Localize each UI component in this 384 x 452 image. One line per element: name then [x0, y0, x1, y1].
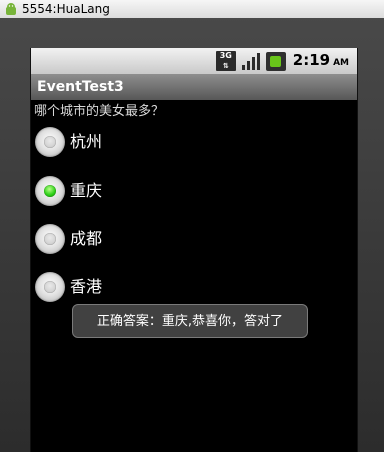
app-title: EventTest3 [37, 79, 124, 95]
clock-ampm: AM [333, 57, 349, 68]
radio-option-label: 杭州 [70, 132, 103, 151]
radio-option-chengdu[interactable]: 成都 [35, 223, 102, 255]
question-text: 哪个城市的美女最多？ [34, 104, 165, 119]
window-title: 5554:HuaLang [22, 2, 110, 16]
clock-time: 2:19 [292, 50, 331, 69]
radio-option-hongkong[interactable]: 香港 [35, 271, 102, 303]
radio-button-icon[interactable] [35, 127, 65, 157]
emulator-window: 5554:HuaLang 3G ⇅ 2:19 AM EventTest3 哪个城… [0, 0, 384, 452]
signal-strength-icon [241, 51, 261, 71]
radio-button-icon[interactable] [35, 224, 65, 254]
network-3g-icon: 3G ⇅ [215, 51, 236, 71]
radio-option-label: 香港 [70, 277, 103, 296]
status-bar: 3G ⇅ 2:19 AM [31, 48, 357, 74]
radio-option-chongqing[interactable]: 重庆 [35, 175, 102, 207]
phone-screen: 3G ⇅ 2:19 AM EventTest3 哪个城市的美女最多？ 杭州 重庆… [30, 48, 358, 452]
radio-button-checked-icon[interactable] [35, 176, 65, 206]
android-emulator-icon [4, 2, 18, 16]
radio-button-icon[interactable] [35, 272, 65, 302]
app-title-bar: EventTest3 [31, 74, 357, 100]
radio-option-hangzhou[interactable]: 杭州 [35, 126, 102, 158]
radio-option-label: 成都 [70, 229, 103, 248]
window-titlebar[interactable]: 5554:HuaLang [0, 0, 384, 18]
network-label: 3G [219, 51, 232, 60]
battery-icon [265, 51, 286, 71]
radio-option-label: 重庆 [70, 181, 103, 200]
toast-message: 正确答案：重庆,恭喜你，答对了 [72, 304, 308, 338]
status-clock: 2:19 AM [293, 50, 349, 73]
